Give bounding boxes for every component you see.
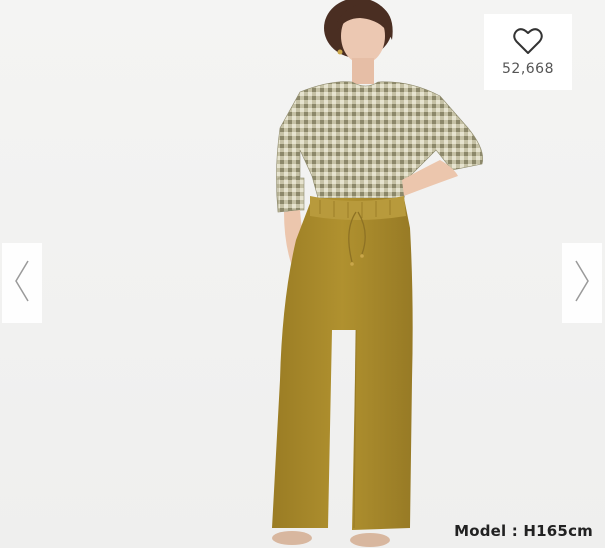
product-image-viewer: 52,668 Model : H165cm xyxy=(0,0,605,548)
previous-image-button[interactable] xyxy=(2,243,42,323)
favorite-count: 52,668 xyxy=(502,61,554,77)
gingham-blouse xyxy=(276,81,483,213)
next-image-button[interactable] xyxy=(562,243,602,323)
favorite-button[interactable]: 52,668 xyxy=(484,14,572,90)
heart-outline-icon xyxy=(513,27,543,55)
model-height-caption: Model : H165cm xyxy=(454,522,593,540)
chevron-right-icon xyxy=(574,259,590,308)
chevron-left-icon xyxy=(14,259,30,308)
